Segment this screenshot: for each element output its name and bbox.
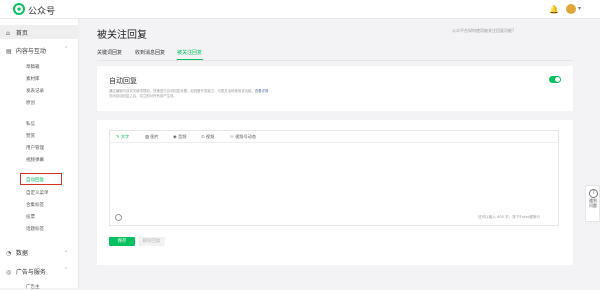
tool-text[interactable]: ✎ 文字 [116,134,129,140]
char-counter: 还可以输入 600 字，按下Enter键换行 [478,215,540,219]
help-label: 遇到问题 [589,198,597,208]
page-title: 被关注回复 [97,30,147,41]
description-text: 通过编辑内容或关键词规则，快速进行自动回复设置。如具备开发能力，可更灵活地使用该… [109,89,255,93]
text-icon: ✎ [116,134,120,139]
chart-icon: ◔ [6,250,12,257]
sidebar-item-topic-tags[interactable]: 话题标签 [26,226,105,232]
tool-label: 图片 [150,134,159,139]
top-bar: 公众号 🔔 ▾ [0,0,600,19]
sidebar-item-collection-tags[interactable]: 合集标签 [26,202,105,208]
sidebar-item-materials[interactable]: 素材库 [26,76,105,82]
tab-divider [97,60,573,61]
home-icon: ⌂ [6,30,10,37]
question-icon: ? [589,189,598,198]
sidebar-section-label: 内容与互动 [15,48,46,55]
reply-editor-card: ✎ 文字 ▨ 图片 ◉ 音频 ⊙ 视频 ⚇ 视频号动态 还可以输入 600 字，… [97,120,573,265]
tab-message-reply[interactable]: 收到消息回复 [135,49,165,56]
sidebar-item-vote[interactable]: 投票 [26,214,105,220]
chevron-down-icon[interactable]: ▾ [578,5,581,12]
sidebar-section-content[interactable]: ▤ 内容与互动 [6,46,85,55]
help-floating-tab[interactable]: ? 遇到问题 [585,185,600,222]
channels-icon: ⚇ [230,134,234,139]
sidebar-section-data[interactable]: ◔ 数据 [6,248,85,257]
delete-reply-button[interactable]: 删除回复 [138,237,165,246]
sidebar-item-appreciation[interactable]: 赞赏 [26,133,105,139]
editor-toolbar: ✎ 文字 ▨ 图片 ◉ 音频 ⊙ 视频 ⚇ 视频号动态 [110,131,558,143]
auto-reply-title: 自动回复 [109,77,137,85]
sidebar-item-custom-menu[interactable]: 自定义菜单 [26,190,105,196]
toggle-knob [555,77,560,82]
sidebar-item-drafts[interactable]: 草稿箱 [26,64,105,70]
tool-label: 文字 [120,134,130,139]
tool-image[interactable]: ▨ 图片 [145,134,159,140]
sidebar: ⌂ 首页 ▤ 内容与互动 ⌃ 草稿箱 素材库 发表记录 原创 私信 赞赏 用户管… [0,19,79,290]
sidebar-item-messages[interactable]: 私信 [26,121,105,127]
ads-icon: ◎ [6,269,12,276]
sidebar-item-label: 首页 [15,30,28,37]
brand-name: 公众号 [28,7,56,17]
image-icon: ▨ [145,134,149,139]
chevron-up-icon[interactable]: ⌃ [64,267,68,273]
tool-label: 视频号动态 [235,134,257,139]
tool-video[interactable]: ⊙ 视频 [201,134,214,140]
description-text: 关闭自动回复之后，将立即对所有用户生效。 [109,94,177,98]
sidebar-item-original[interactable]: 原创 [26,100,105,106]
wechat-logo-icon [13,3,25,15]
tool-label: 视频 [205,134,215,139]
document-icon: ▤ [6,48,12,55]
sidebar-item-user-management[interactable]: 用户管理 [26,145,105,151]
auto-reply-toggle[interactable] [549,76,561,83]
sidebar-item-video-danmaku[interactable]: 视频弹幕 [26,157,105,163]
chevron-down-icon[interactable]: ⌄ [64,248,68,254]
sidebar-section-label: 数据 [15,250,28,257]
save-button[interactable]: 保存 [109,237,135,246]
tab-keyword-reply[interactable]: 关键词回复 [97,49,122,56]
auto-reply-card: 自动回复 通过编辑内容或关键词规则，快速进行自动回复设置。如具备开发能力，可更灵… [97,66,573,111]
tab-follow-reply[interactable]: 被关注回复 [177,49,202,56]
audio-icon: ◉ [173,134,177,139]
sidebar-item-publish-records[interactable]: 发表记录 [26,88,105,94]
tool-label: 音频 [178,134,187,139]
tool-channels[interactable]: ⚇ 视频号动态 [230,134,256,140]
avatar[interactable] [566,4,576,14]
reply-editor[interactable]: ✎ 文字 ▨ 图片 ◉ 音频 ⊙ 视频 ⚇ 视频号动态 还可以输入 600 字，… [109,130,559,226]
auto-reply-description: 通过编辑内容或关键词规则，快速进行自动回复设置。如具备开发能力，可更灵活地使用该… [109,89,339,99]
sidebar-item-advertiser[interactable]: 广告主 [26,284,105,290]
tool-audio[interactable]: ◉ 音频 [173,134,186,140]
chevron-up-icon[interactable]: ⌃ [64,46,68,52]
sidebar-section-ads[interactable]: ◎ 广告与服务 [6,267,85,276]
sidebar-section-label: 广告与服务 [15,269,46,276]
help-link[interactable]: 公众平台如何使用被关注回复功能? [452,28,514,34]
emoji-icon[interactable] [115,214,122,221]
bell-icon[interactable]: 🔔 [549,5,559,14]
details-link[interactable]: 查看详情 [255,89,269,93]
sidebar-item-home[interactable]: ⌂ 首页 [6,28,85,37]
video-icon: ⊙ [201,134,205,139]
highlight-box [20,173,62,185]
